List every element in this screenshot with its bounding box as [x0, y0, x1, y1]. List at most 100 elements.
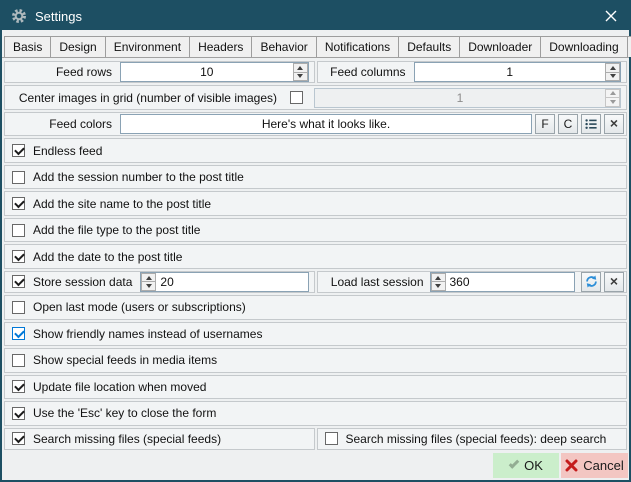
store-session-spinner[interactable]: 20 [140, 272, 308, 292]
center-images-checkbox[interactable] [290, 91, 303, 104]
ok-button[interactable]: OK [493, 453, 559, 478]
feed-columns-value[interactable]: 1 [415, 63, 606, 81]
feed-colors-preview[interactable]: Here's what it looks like. [120, 114, 532, 134]
option-row-endless-feed: Endless feed [4, 138, 627, 162]
dialog-footer: OK Cancel [2, 452, 629, 480]
search-missing-checkbox[interactable] [12, 432, 25, 445]
endless-feed-checkbox[interactable] [12, 144, 25, 157]
ok-button-label: OK [524, 458, 543, 473]
visible-images-down-button [605, 97, 620, 107]
center-images-row: Center images in grid (number of visible… [4, 85, 627, 109]
feed-columns-down-button[interactable] [605, 72, 620, 82]
option-row-open-last-mode: Open last mode (users or subscriptions) [4, 295, 627, 319]
esc-key-label: Use the 'Esc' key to close the form [33, 406, 216, 420]
feed-rows-value[interactable]: 10 [121, 63, 293, 81]
feed-rows-down-button[interactable] [293, 72, 308, 82]
cancel-button-label: Cancel [583, 458, 623, 473]
session-number-label: Add the session number to the post title [33, 170, 244, 184]
settings-window: Settings Basis Design Environment Header… [0, 0, 631, 482]
tab-design[interactable]: Design [50, 36, 105, 57]
tab-headers[interactable]: Headers [189, 36, 252, 57]
special-feeds-checkbox[interactable] [12, 354, 25, 367]
deep-search-label: Search missing files (special feeds): de… [346, 432, 607, 446]
option-row-esc-key: Use the 'Esc' key to close the form [4, 401, 627, 425]
tab-defaults[interactable]: Defaults [398, 36, 460, 57]
list-icon [585, 118, 597, 130]
tab-notifications[interactable]: Notifications [316, 36, 399, 57]
clear-x-icon: × [610, 116, 618, 130]
visible-images-spinner: 1 [314, 88, 621, 108]
feed-rows-spinner[interactable]: 10 [120, 62, 309, 82]
clear-colors-button[interactable]: × [604, 114, 624, 134]
tab-downloader[interactable]: Downloader [459, 36, 541, 57]
file-type-checkbox[interactable] [12, 224, 25, 237]
deep-search-checkbox[interactable] [325, 432, 338, 445]
feed-columns-spinner[interactable]: 1 [414, 62, 622, 82]
store-session-label: Store session data [33, 275, 132, 289]
store-session-group: Store session data 20 [4, 271, 315, 293]
search-missing-label: Search missing files (special feeds) [33, 432, 221, 446]
tab-behavior[interactable]: Behavior [251, 36, 316, 57]
cancel-x-icon [565, 459, 578, 472]
gear-icon [11, 8, 27, 24]
tab-bar: Basis Design Environment Headers Behavio… [2, 30, 629, 57]
font-button[interactable]: F [535, 114, 555, 134]
option-row-special-feeds: Show special feeds in media items [4, 348, 627, 372]
load-session-value[interactable]: 360 [446, 273, 575, 291]
tab-environment[interactable]: Environment [105, 36, 190, 57]
clear-session-button[interactable]: × [604, 272, 624, 292]
color-list-button[interactable] [581, 114, 601, 134]
feed-columns-group: Feed columns 1 [317, 61, 628, 83]
store-session-down-button[interactable] [141, 281, 156, 291]
open-last-mode-label: Open last mode (users or subscriptions) [33, 300, 246, 314]
color-button[interactable]: C [558, 114, 578, 134]
file-type-label: Add the file type to the post title [33, 223, 200, 237]
option-row-session-number: Add the session number to the post title [4, 165, 627, 189]
feed-colors-label: Feed colors [7, 117, 112, 131]
tab-downloading[interactable]: Downloading [540, 36, 627, 57]
friendly-names-label: Show friendly names instead of usernames [33, 327, 262, 341]
update-location-checkbox[interactable] [12, 380, 25, 393]
load-session-spinner[interactable]: 360 [430, 272, 576, 292]
ok-check-icon [509, 458, 520, 469]
session-number-checkbox[interactable] [12, 171, 25, 184]
friendly-names-checkbox[interactable] [12, 327, 25, 340]
open-last-mode-checkbox[interactable] [12, 301, 25, 314]
tab-basis[interactable]: Basis [4, 36, 51, 57]
feed-tab-page: Feed rows 10 Feed columns 1 [2, 57, 629, 452]
option-row-date: Add the date to the post title [4, 244, 627, 268]
site-name-label: Add the site name to the post title [33, 197, 211, 211]
load-session-label: Load last session [320, 275, 424, 289]
date-checkbox[interactable] [12, 250, 25, 263]
date-label: Add the date to the post title [33, 250, 182, 264]
deep-search-group: Search missing files (special feeds): de… [317, 428, 628, 450]
cancel-button[interactable]: Cancel [561, 453, 628, 478]
site-name-checkbox[interactable] [12, 197, 25, 210]
esc-key-checkbox[interactable] [12, 407, 25, 420]
titlebar[interactable]: Settings [2, 2, 629, 30]
store-session-checkbox[interactable] [12, 275, 25, 288]
update-location-label: Update file location when moved [33, 380, 206, 394]
feed-rows-label: Feed rows [7, 65, 112, 79]
visible-images-value: 1 [315, 89, 605, 107]
clear-session-x-icon: × [610, 274, 618, 288]
load-session-down-button[interactable] [431, 281, 446, 291]
store-session-value[interactable]: 20 [156, 273, 307, 291]
reload-session-button[interactable] [581, 272, 601, 292]
load-session-group: Load last session 360 × [317, 271, 628, 293]
special-feeds-label: Show special feeds in media items [33, 353, 217, 367]
option-row-update-location: Update file location when moved [4, 375, 627, 399]
center-images-label: Center images in grid (number of visible… [7, 91, 277, 105]
search-missing-group: Search missing files (special feeds) [4, 428, 315, 450]
feed-columns-label: Feed columns [320, 65, 406, 79]
option-row-site-name: Add the site name to the post title [4, 191, 627, 215]
option-row-friendly-names: Show friendly names instead of usernames [4, 322, 627, 346]
tab-channels[interactable]: Channels [627, 36, 631, 57]
refresh-icon [585, 275, 598, 288]
feed-colors-row: Feed colors Here's what it looks like. F… [4, 112, 627, 136]
endless-feed-label: Endless feed [33, 144, 102, 158]
feed-rows-group: Feed rows 10 [4, 61, 315, 83]
option-row-file-type: Add the file type to the post title [4, 218, 627, 242]
window-title: Settings [35, 9, 82, 24]
close-icon[interactable] [603, 8, 619, 24]
